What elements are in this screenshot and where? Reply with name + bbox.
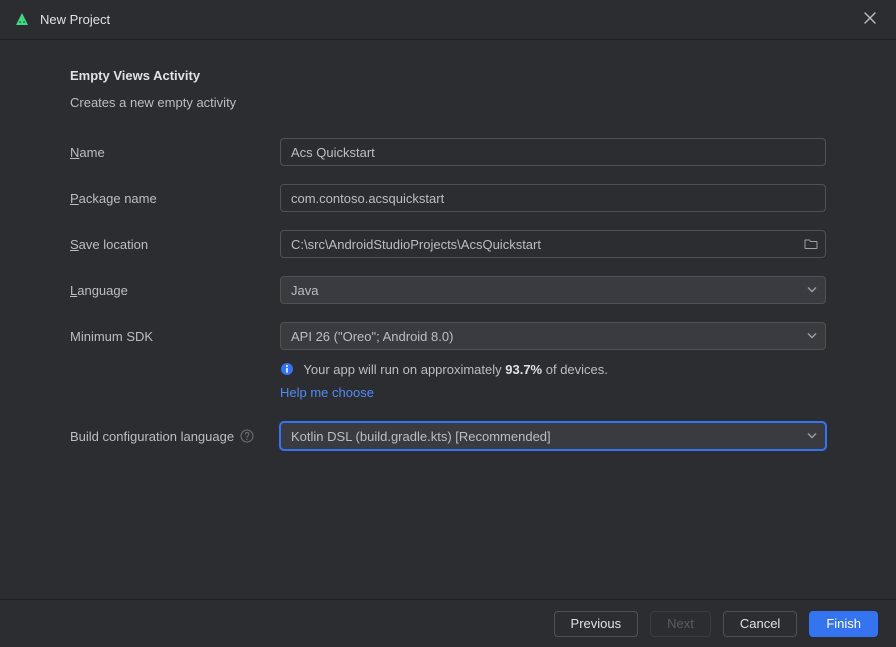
info-icon xyxy=(280,362,294,376)
row-min-sdk: Minimum SDK API 26 ("Oreo"; Android 8.0) xyxy=(70,322,826,350)
finish-button[interactable]: Finish xyxy=(809,611,878,637)
package-input[interactable] xyxy=(280,184,826,212)
page-heading: Empty Views Activity xyxy=(70,68,826,83)
titlebar: New Project xyxy=(0,0,896,40)
help-icon[interactable] xyxy=(240,429,254,443)
android-studio-icon xyxy=(14,12,30,28)
row-language: Language Java xyxy=(70,276,826,304)
row-name: Name xyxy=(70,138,826,166)
footer: Previous Next Cancel Finish xyxy=(0,599,896,647)
min-sdk-value: API 26 ("Oreo"; Android 8.0) xyxy=(291,329,453,344)
build-config-value: Kotlin DSL (build.gradle.kts) [Recommend… xyxy=(291,429,551,444)
next-button: Next xyxy=(650,611,711,637)
help-me-choose-link[interactable]: Help me choose xyxy=(280,385,374,400)
previous-button[interactable]: Previous xyxy=(554,611,639,637)
chevron-down-icon xyxy=(807,329,817,344)
cancel-button[interactable]: Cancel xyxy=(723,611,797,637)
label-build-config: Build configuration language xyxy=(70,429,280,444)
label-name: Name xyxy=(70,145,280,160)
chevron-down-icon xyxy=(807,429,817,444)
close-icon[interactable] xyxy=(858,8,882,32)
row-save-location: Save location xyxy=(70,230,826,258)
page-description: Creates a new empty activity xyxy=(70,95,826,110)
window-title: New Project xyxy=(40,12,110,27)
label-save-location: Save location xyxy=(70,237,280,252)
row-package: Package name xyxy=(70,184,826,212)
build-config-select[interactable]: Kotlin DSL (build.gradle.kts) [Recommend… xyxy=(280,422,826,450)
browse-folder-icon[interactable] xyxy=(804,237,818,251)
min-sdk-info-row: Your app will run on approximately 93.7%… xyxy=(70,362,826,377)
language-select[interactable]: Java xyxy=(280,276,826,304)
language-value: Java xyxy=(291,283,318,298)
label-language: Language xyxy=(70,283,280,298)
label-min-sdk: Minimum SDK xyxy=(70,329,280,344)
label-package: Package name xyxy=(70,191,280,206)
chevron-down-icon xyxy=(807,283,817,298)
name-input[interactable] xyxy=(280,138,826,166)
save-location-input[interactable] xyxy=(280,230,826,258)
content-area: Empty Views Activity Creates a new empty… xyxy=(0,40,896,599)
min-sdk-select[interactable]: API 26 ("Oreo"; Android 8.0) xyxy=(280,322,826,350)
row-build-config: Build configuration language Kotlin DSL … xyxy=(70,422,826,450)
min-sdk-info-text: Your app will run on approximately 93.7%… xyxy=(280,362,608,377)
